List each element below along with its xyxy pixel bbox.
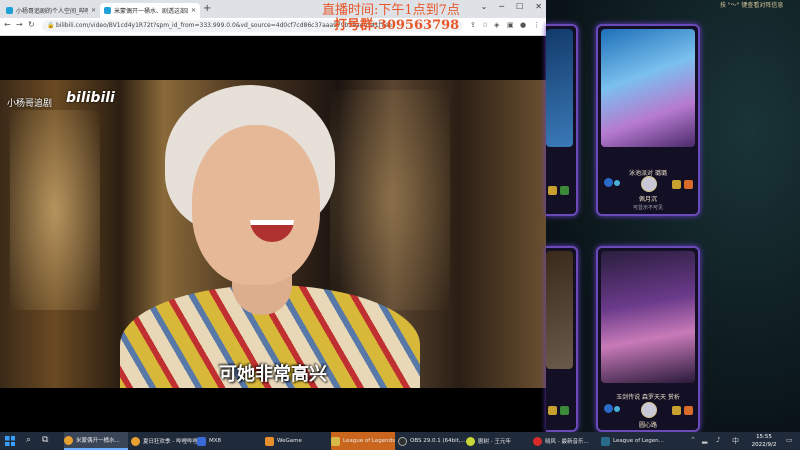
tab-label: 小杨哥追剧的个人空间_哔哩哔哩_bilibili xyxy=(16,8,88,15)
volume-icon[interactable]: ♪ xyxy=(716,436,720,444)
champion-name: 佩月沉 xyxy=(638,196,657,203)
netease-icon xyxy=(533,436,542,446)
taskbar-item-netease[interactable]: 晓风 - 最新音乐... xyxy=(533,432,597,450)
client-hint: 技 "～" 键查看对阵信息 xyxy=(720,2,784,9)
close-icon[interactable]: ✕ xyxy=(191,7,196,14)
notification-icon[interactable]: ▭ xyxy=(786,436,793,444)
taskbar-item-league-2[interactable]: League of Legen... xyxy=(601,432,664,450)
champion-card[interactable]: 泳池派对 璐璐 佩月沉 可显示不可见 xyxy=(596,24,700,216)
avatar xyxy=(641,402,657,418)
tab-label: 米蒙偶开一桶水、剧透这部剧 - 哔哩哔哩 xyxy=(114,8,188,15)
champion-card-partial[interactable] xyxy=(546,24,578,216)
browser-toolbar: ← → ↻ bilibili.com/video/BV1cd4y1R72t?sp… xyxy=(0,18,546,36)
new-tab-icon[interactable]: + xyxy=(203,3,211,14)
windows-start-icon[interactable] xyxy=(5,436,15,446)
task-view-icon[interactable]: ⧉ xyxy=(42,435,48,445)
league-icon xyxy=(331,436,340,446)
spell-icon xyxy=(672,406,681,415)
spell-icon xyxy=(548,406,557,415)
tab-strip: 小杨哥追剧的个人空间_哔哩哔哩_bilibili ✕ 米蒙偶开一桶水、剧透这部剧… xyxy=(0,0,546,18)
rune-icon xyxy=(614,406,620,412)
share-icon[interactable]: ⇪ xyxy=(470,21,476,29)
background-light xyxy=(10,110,100,310)
sidebar-icon[interactable]: ▣ xyxy=(507,21,514,29)
chevron-up-icon[interactable]: ⌃ xyxy=(690,436,696,444)
taskbar-item-browser[interactable]: 米蒙偶开一桶水... xyxy=(64,432,128,450)
taskbar-item-league[interactable]: League of Legends xyxy=(331,432,395,450)
champion-name: 圆心路 xyxy=(638,422,657,429)
bilibili-favicon-icon xyxy=(6,7,13,14)
taskbar-clock[interactable]: 15:55 2022/9/2 xyxy=(748,433,780,449)
forward-icon[interactable]: → xyxy=(16,20,23,29)
close-icon[interactable]: ✕ xyxy=(91,7,96,14)
browser-window: 小杨哥追剧的个人空间_哔哩哔哩_bilibili ✕ 米蒙偶开一桶水、剧透这部剧… xyxy=(0,0,546,432)
video-player[interactable]: 小杨哥追剧 bilibili 可她非常高兴 xyxy=(0,80,546,388)
champion-art xyxy=(546,251,573,369)
card-note: 可显示不可见 xyxy=(632,205,663,211)
maximize-icon[interactable]: ☐ xyxy=(516,2,523,11)
rune-icon xyxy=(604,404,613,413)
skin-name: 玉剑传说 森罗天天 赏析 xyxy=(616,394,680,401)
spell-icon xyxy=(684,406,693,415)
champion-card[interactable]: 玉剑传说 森罗天天 赏析 圆心路 xyxy=(596,246,700,432)
champion-card-partial[interactable] xyxy=(546,246,578,432)
obs-icon xyxy=(398,436,407,446)
extensions-icon[interactable]: ◈ xyxy=(494,21,499,29)
back-icon[interactable]: ← xyxy=(4,20,11,29)
taskbar-item-wegame[interactable]: WeGame xyxy=(265,432,327,450)
face xyxy=(192,125,320,285)
tab-profile[interactable]: 小杨哥追剧的个人空间_哔哩哔哩_bilibili ✕ xyxy=(2,3,100,18)
bilibili-logo: bilibili xyxy=(66,90,115,106)
taskbar-item-music[interactable]: 剧树 - 王元年 xyxy=(466,432,530,450)
reload-icon[interactable]: ↻ xyxy=(28,20,35,29)
league-icon xyxy=(601,436,610,446)
chevron-down-icon[interactable]: ⌄ xyxy=(481,2,488,11)
stream-group: 打号群:309563798 xyxy=(334,18,460,33)
spell-icon xyxy=(672,180,681,189)
video-subtitle: 可她非常高兴 xyxy=(219,364,327,385)
minimize-icon[interactable]: ─ xyxy=(499,2,504,11)
taskbar: ⌕ ⧉ 米蒙偶开一桶水... 夏日狂欢季 - 哔哩哔哩... MX8 WeGam… xyxy=(0,432,800,450)
star-icon[interactable]: ☆ xyxy=(482,21,488,29)
window-controls: ⌄ ─ ☐ ✕ xyxy=(481,2,542,11)
champion-art xyxy=(601,251,695,383)
taskbar-item-mx8[interactable]: MX8 xyxy=(197,432,259,450)
taskbar-item-browser-2[interactable]: 夏日狂欢季 - 哔哩哔哩... xyxy=(131,432,203,450)
menu-icon[interactable]: ⋮ xyxy=(533,21,540,29)
profile-icon[interactable]: ● xyxy=(520,21,526,29)
avatar xyxy=(641,176,657,192)
app-icon xyxy=(197,436,206,446)
background-light xyxy=(330,90,450,310)
network-icon[interactable]: ▂ xyxy=(702,436,707,444)
champion-art xyxy=(601,29,695,147)
chrome-icon xyxy=(64,435,73,445)
tab-video[interactable]: 米蒙偶开一桶水、剧透这部剧 - 哔哩哔哩 ✕ xyxy=(100,3,200,18)
champion-art xyxy=(546,29,573,147)
taskbar-item-obs[interactable]: OBS 29.0.1 (64bit,... xyxy=(398,432,466,450)
spell-icon xyxy=(684,180,693,189)
close-window-icon[interactable]: ✕ xyxy=(535,2,542,11)
ime-icon[interactable]: 中 xyxy=(732,436,739,446)
uploader-watermark: 小杨哥追剧 xyxy=(7,99,53,109)
chrome-icon xyxy=(131,436,140,446)
wegame-icon xyxy=(265,436,274,446)
search-icon[interactable]: ⌕ xyxy=(26,435,31,445)
spell-icon xyxy=(548,186,557,195)
bilibili-favicon-icon xyxy=(104,7,111,14)
rune-icon xyxy=(604,178,613,187)
lock-icon[interactable]: 🔒 xyxy=(47,22,54,29)
app-icon xyxy=(466,436,475,446)
rune-icon xyxy=(614,180,620,186)
spell-icon xyxy=(560,406,569,415)
spell-icon xyxy=(560,186,569,195)
